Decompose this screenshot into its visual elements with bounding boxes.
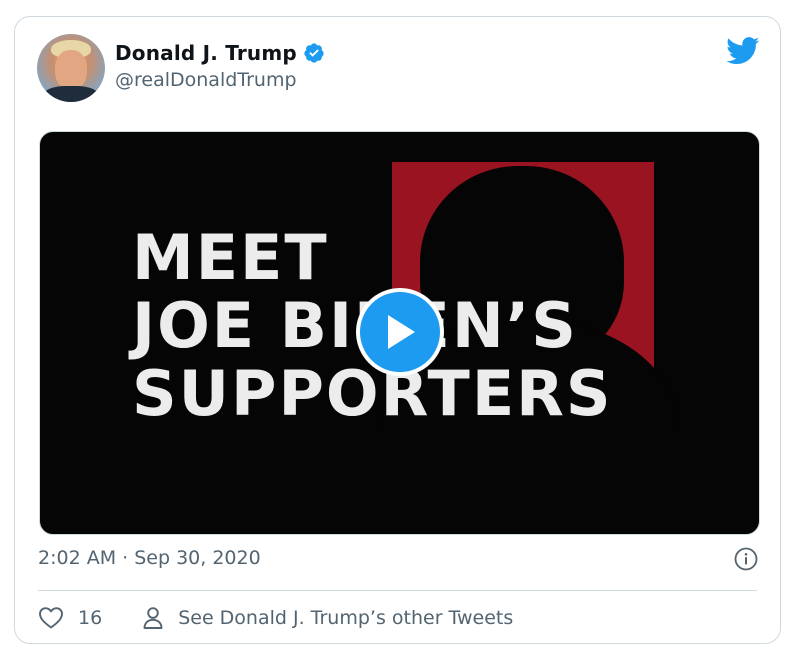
tweet-actions: 16 See Donald J. Trump’s other Tweets: [38, 603, 513, 633]
video-overlay-line: MEET: [132, 221, 329, 294]
avatar-face: [55, 50, 87, 90]
info-icon[interactable]: [734, 547, 758, 571]
like-button[interactable]: 16: [38, 606, 102, 630]
see-other-tweets-link[interactable]: See Donald J. Trump’s other Tweets: [142, 606, 513, 630]
verified-badge-icon: [304, 43, 324, 63]
see-other-tweets-label: See Donald J. Trump’s other Tweets: [178, 607, 514, 629]
tweet-timestamp[interactable]: 2:02 AM · Sep 30, 2020: [38, 547, 261, 569]
play-button[interactable]: [356, 288, 444, 376]
author-handle[interactable]: @realDonaldTrump: [115, 69, 297, 91]
heart-icon: [39, 607, 63, 629]
video-player[interactable]: MEET JOE BIDEN’S SUPPORTERS: [39, 131, 760, 535]
video-overlay-line: SUPPORTERS: [132, 357, 613, 430]
divider: [38, 590, 757, 591]
avatar[interactable]: [37, 34, 105, 102]
play-icon: [388, 315, 415, 349]
avatar-suit: [43, 86, 99, 102]
tweet-card[interactable]: Donald J. Trump @realDonaldTrump MEET JO…: [14, 16, 781, 644]
person-icon: [143, 607, 163, 629]
author-display-name[interactable]: Donald J. Trump: [115, 41, 297, 65]
like-count: 16: [78, 607, 103, 629]
author-name-row[interactable]: Donald J. Trump: [115, 41, 325, 65]
twitter-bird-icon[interactable]: [726, 37, 760, 65]
